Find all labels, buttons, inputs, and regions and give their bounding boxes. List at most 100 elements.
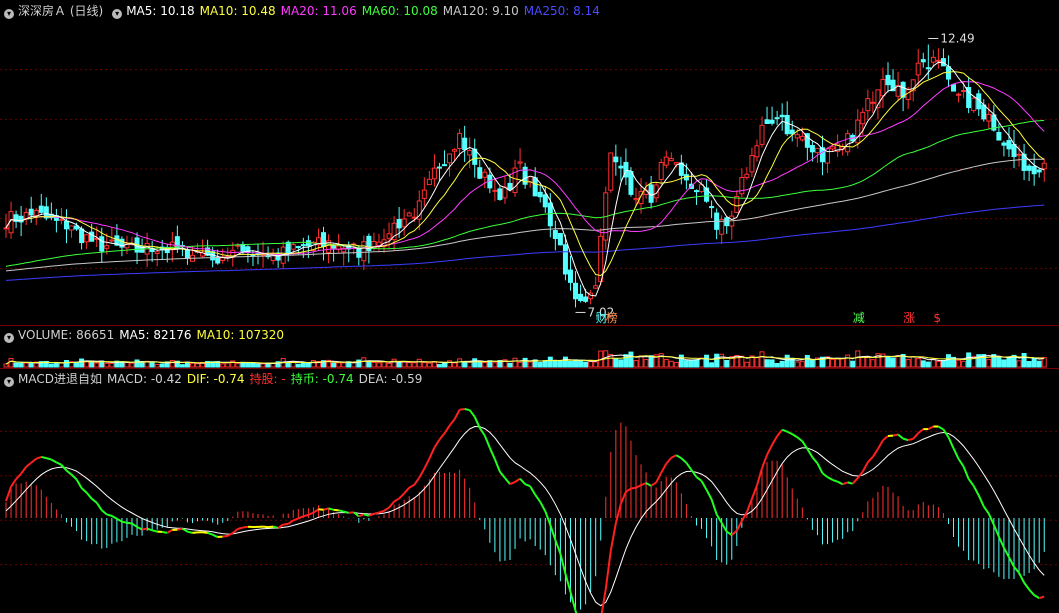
volume-bar[interactable]: [371, 361, 377, 368]
volume-bar[interactable]: [452, 362, 458, 368]
candle-body[interactable]: [447, 153, 453, 164]
volume-bar[interactable]: [179, 364, 185, 368]
volume-bar[interactable]: [169, 360, 175, 368]
volume-bar[interactable]: [94, 362, 100, 368]
volume-bar[interactable]: [381, 361, 387, 368]
candle-body[interactable]: [462, 137, 468, 150]
volume-bar[interactable]: [774, 362, 780, 368]
circle-marker-icon[interactable]: ▾: [4, 333, 14, 343]
candle-body[interactable]: [930, 56, 936, 63]
volume-bar[interactable]: [1026, 360, 1032, 368]
volume-bar[interactable]: [628, 351, 634, 368]
volume-bar[interactable]: [759, 351, 765, 368]
volume-bar[interactable]: [961, 360, 967, 368]
volume-bar[interactable]: [552, 360, 558, 368]
volume-bar[interactable]: [18, 362, 24, 368]
volume-bar[interactable]: [890, 357, 896, 368]
candle-body[interactable]: [809, 145, 815, 153]
volume-bar[interactable]: [391, 358, 397, 368]
candle-body[interactable]: [532, 177, 538, 197]
candle-body[interactable]: [573, 282, 579, 300]
candle-body[interactable]: [527, 176, 533, 183]
candle-body[interactable]: [865, 98, 871, 112]
candle-body[interactable]: [361, 241, 367, 262]
volume-bar[interactable]: [507, 362, 513, 368]
volume-bar[interactable]: [618, 359, 624, 368]
candle-body[interactable]: [663, 156, 669, 166]
volume-bar[interactable]: [1036, 360, 1042, 368]
candle-body[interactable]: [240, 243, 246, 252]
volume-bar[interactable]: [184, 361, 190, 368]
candle-body[interactable]: [673, 162, 679, 165]
candle-body[interactable]: [300, 244, 306, 247]
candle-body[interactable]: [285, 241, 291, 254]
candle-body[interactable]: [860, 111, 866, 125]
volume-bar[interactable]: [709, 362, 715, 368]
candle-body[interactable]: [331, 244, 337, 249]
volume-bar[interactable]: [663, 358, 669, 368]
volume-bar[interactable]: [633, 360, 639, 368]
volume-bar[interactable]: [220, 363, 226, 368]
volume-bar[interactable]: [986, 359, 992, 368]
volume-bar[interactable]: [482, 361, 488, 368]
candle-body[interactable]: [406, 212, 412, 217]
volume-bar[interactable]: [134, 359, 140, 368]
candle-body[interactable]: [986, 113, 992, 122]
volume-bar[interactable]: [310, 360, 316, 368]
volume-bar[interactable]: [784, 354, 790, 368]
candle-body[interactable]: [845, 133, 851, 153]
candle-body[interactable]: [23, 211, 29, 220]
volume-bar[interactable]: [109, 362, 115, 368]
candle-body[interactable]: [678, 162, 684, 176]
volume-bar[interactable]: [855, 350, 861, 368]
volume-bar[interactable]: [3, 363, 9, 368]
candle-body[interactable]: [109, 239, 115, 242]
volume-bar[interactable]: [411, 362, 417, 368]
volume-bar[interactable]: [920, 360, 926, 368]
volume-bar[interactable]: [295, 363, 301, 368]
volume-bar[interactable]: [104, 362, 110, 368]
volume-bar[interactable]: [996, 356, 1002, 368]
volume-bar[interactable]: [704, 354, 710, 368]
candle-body[interactable]: [215, 257, 221, 264]
volume-bar[interactable]: [925, 361, 931, 368]
candle-body[interactable]: [1026, 165, 1032, 171]
candle-body[interactable]: [593, 285, 599, 289]
candle-body[interactable]: [885, 74, 891, 86]
volume-bar[interactable]: [940, 360, 946, 368]
volume-bar[interactable]: [235, 363, 241, 368]
signal-marker[interactable]: 减: [853, 311, 865, 325]
volume-bar[interactable]: [809, 359, 815, 368]
volume-bar[interactable]: [583, 361, 589, 368]
volume-bar[interactable]: [935, 360, 941, 368]
candle-body[interactable]: [830, 146, 836, 150]
volume-bar[interactable]: [512, 357, 518, 368]
volume-bar[interactable]: [769, 359, 775, 368]
volume-bar[interactable]: [376, 362, 382, 368]
volume-bar[interactable]: [593, 361, 599, 368]
volume-bar[interactable]: [13, 362, 19, 368]
candle-body[interactable]: [431, 167, 437, 180]
candle-body[interactable]: [578, 293, 584, 301]
candle-body[interactable]: [441, 164, 447, 167]
volume-bar[interactable]: [527, 361, 533, 368]
candle-body[interactable]: [482, 171, 488, 178]
volume-bar[interactable]: [245, 362, 251, 368]
candle-body[interactable]: [492, 189, 498, 192]
volume-bar[interactable]: [945, 354, 951, 368]
candle-body[interactable]: [784, 114, 790, 135]
candle-body[interactable]: [749, 154, 755, 173]
candle-body[interactable]: [764, 119, 770, 125]
candle-body[interactable]: [562, 244, 568, 275]
volume-bar[interactable]: [1001, 359, 1007, 368]
macd-chart[interactable]: [0, 369, 1059, 613]
volume-bar[interactable]: [905, 359, 911, 368]
volume-bar[interactable]: [154, 363, 160, 368]
volume-bar[interactable]: [28, 362, 34, 368]
candle-body[interactable]: [628, 171, 634, 195]
volume-bar[interactable]: [421, 361, 427, 368]
volume-bar[interactable]: [396, 361, 402, 368]
volume-bar[interactable]: [63, 360, 69, 368]
volume-bar[interactable]: [850, 360, 856, 368]
candle-body[interactable]: [3, 227, 9, 230]
